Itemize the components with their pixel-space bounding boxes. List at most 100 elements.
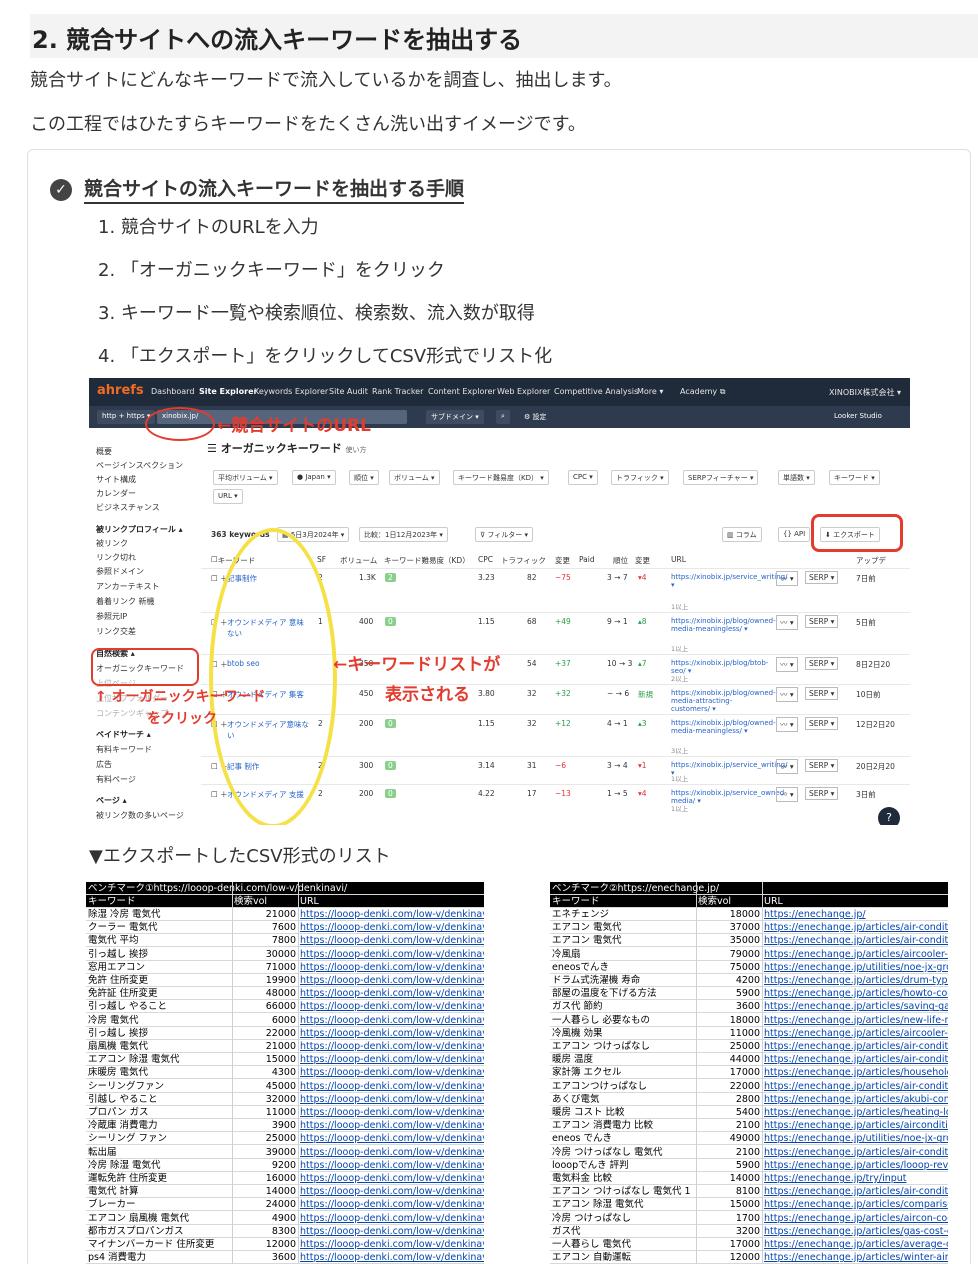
sheet-url[interactable]: https://enechange.jp/articles/comparison… bbox=[764, 1198, 948, 1210]
filter-keyword[interactable]: キーワード ▾ bbox=[829, 470, 880, 485]
nav-content-explorer[interactable]: Content Explorer bbox=[428, 387, 496, 396]
sheet-url[interactable]: https://looop-denki.com/low-v/denkinavi/… bbox=[300, 961, 484, 973]
filter-word-count[interactable]: 単語数 ▾ bbox=[778, 470, 815, 485]
filter-volume[interactable]: ボリューム ▾ bbox=[389, 470, 440, 485]
sidebar-section[interactable]: ページ ▴ bbox=[96, 795, 127, 806]
filter-kd[interactable]: キーワード難易度（KD） ▾ bbox=[453, 470, 549, 485]
sheet-url[interactable]: https://enechange.jp/articles/new-life-m… bbox=[764, 1014, 948, 1026]
sheet-url[interactable]: https://looop-denki.com/low-v/denkinavi/… bbox=[300, 1212, 484, 1224]
column-header[interactable]: トラフィック bbox=[501, 555, 546, 566]
column-header[interactable]: ☐ キーワード bbox=[211, 555, 255, 565]
filter-url[interactable]: URL ▾ bbox=[213, 489, 243, 504]
url-link[interactable]: https://xinobix.jp/blog/owned-media-mean… bbox=[671, 617, 776, 633]
filter-cpc[interactable]: CPC ▾ bbox=[568, 470, 598, 485]
looker-studio-link[interactable]: Looker Studio bbox=[829, 410, 887, 424]
sheet-url[interactable]: https://enechange.jp/articles/looop-revi… bbox=[764, 1159, 948, 1171]
sheet-url[interactable]: https://enechange.jp/articles/air-condit… bbox=[764, 1040, 948, 1052]
subdomain-select[interactable]: サブドメイン ▾ bbox=[426, 410, 484, 424]
sidebar-item[interactable]: リンク交差 bbox=[96, 626, 136, 637]
serp-button[interactable]: SERP ▾ bbox=[805, 571, 839, 584]
sheet-url[interactable]: https://looop-denki.com/low-v/denkinavi/… bbox=[300, 974, 484, 986]
serp-button[interactable]: SERP ▾ bbox=[805, 615, 839, 628]
serp-button[interactable]: SERP ▾ bbox=[805, 717, 839, 730]
sheet-url[interactable]: https://looop-denki.com/low-v/denkinavi/… bbox=[300, 1066, 484, 1078]
sheet-url[interactable]: https://enechange.jp/articles/airconditi… bbox=[764, 1119, 948, 1131]
sheet-url[interactable]: https://enechange.jp/articles/aircooler-… bbox=[764, 1027, 948, 1039]
filter-country[interactable]: ● Japan ▾ bbox=[292, 470, 336, 485]
sidebar-item[interactable]: 被リンク bbox=[96, 538, 128, 549]
nav-site-explorer[interactable]: Site Explorer bbox=[199, 387, 257, 396]
sheet-url[interactable]: https://enechange.jp/articles/drum-type-… bbox=[764, 974, 948, 986]
sheet-url[interactable]: https://enechange.jp/articles/winter-air… bbox=[764, 1251, 948, 1263]
serp-button[interactable]: SERP ▾ bbox=[805, 687, 839, 700]
sidebar-item[interactable]: リンク切れ bbox=[96, 552, 136, 563]
column-header[interactable]: ボリューム bbox=[340, 555, 377, 566]
sheet-url[interactable]: https://enechange.jp/articles/aircon-coo… bbox=[764, 1212, 948, 1224]
sheet-url[interactable]: https://looop-denki.com/low-v/denkinavi/… bbox=[300, 921, 484, 933]
sheet-url[interactable]: https://enechange.jp/try/input bbox=[764, 1172, 948, 1184]
chart-button[interactable]: 〰 ▾ bbox=[776, 787, 798, 802]
chart-button[interactable]: 〰 ▾ bbox=[776, 717, 798, 732]
sidebar-item[interactable]: 有料キーワード bbox=[96, 744, 152, 755]
sheet-url[interactable]: https://looop-denki.com/low-v/denkinavi/… bbox=[300, 1251, 484, 1263]
sheet-url[interactable]: https://enechange.jp/articles/air-condit… bbox=[764, 921, 948, 933]
sidebar-section[interactable]: ペイドサーチ ▴ bbox=[96, 729, 151, 740]
chart-button[interactable]: 〰 ▾ bbox=[776, 615, 798, 630]
nav-dashboard[interactable]: Dashboard bbox=[151, 387, 194, 396]
sheet-url[interactable]: https://enechange.jp/articles/akubi-comm… bbox=[764, 1093, 948, 1105]
sidebar-item[interactable]: サイト構成 bbox=[96, 474, 136, 485]
column-header[interactable]: CPC bbox=[478, 555, 493, 564]
sheet-url[interactable]: https://looop-denki.com/low-v/denkinavi/… bbox=[300, 1106, 484, 1118]
column-header[interactable]: キーワード難易度（KD） bbox=[384, 555, 470, 566]
sheet-url[interactable]: https://enechange.jp/articles/howto-cool… bbox=[764, 987, 948, 999]
sheet-url[interactable]: https://looop-denki.com/low-v/denkinavi/… bbox=[300, 1146, 484, 1158]
sheet-url[interactable]: https://looop-denki.com/low-v/denkinavi/… bbox=[300, 1093, 484, 1105]
sheet-url[interactable]: https://looop-denki.com/low-v/denkinavi/… bbox=[300, 934, 484, 946]
column-header[interactable]: Paid bbox=[579, 555, 595, 564]
serp-button[interactable]: SERP ▾ bbox=[805, 759, 839, 772]
sheet-url[interactable]: https://enechange.jp/articles/air-condit… bbox=[764, 1146, 948, 1158]
sheet-url[interactable]: https://enechange.jp/articles/gas-cost-e… bbox=[764, 1225, 948, 1237]
sidebar-item[interactable]: 参照ドメイン bbox=[96, 566, 144, 577]
sheet-url[interactable]: https://looop-denki.com/low-v/denkinavi/… bbox=[300, 1225, 484, 1237]
help-icon[interactable]: ? bbox=[878, 807, 900, 825]
nav-more[interactable]: More ▾ bbox=[637, 387, 663, 396]
sidebar-item[interactable]: 有料ページ bbox=[96, 774, 136, 785]
sheet-url[interactable]: https://enechange.jp/articles/household-… bbox=[764, 1066, 948, 1078]
nav-academy[interactable]: Academy ⧉ bbox=[680, 387, 725, 397]
nav-site-audit[interactable]: Site Audit bbox=[329, 387, 368, 396]
filter-position[interactable]: 順位 ▾ bbox=[349, 470, 379, 485]
sheet-url[interactable]: https://enechange.jp/ bbox=[764, 908, 948, 920]
sheet-url[interactable]: https://looop-denki.com/low-v/denkinavi/… bbox=[300, 1198, 484, 1210]
sheet-url[interactable]: https://looop-denki.com/low-v/denkinavi/… bbox=[300, 1132, 484, 1144]
nav-web-explorer[interactable]: Web Explorer bbox=[497, 387, 550, 396]
sheet-url[interactable]: https://enechange.jp/utilities/noe-jx-gr… bbox=[764, 1132, 948, 1144]
chart-button[interactable]: 〰 ▾ bbox=[776, 687, 798, 702]
sheet-url[interactable]: https://looop-denki.com/low-v/denkinavi/… bbox=[300, 948, 484, 960]
sheet-url[interactable]: https://enechange.jp/articles/average-of… bbox=[764, 1238, 948, 1250]
sidebar-item[interactable]: アンカーテキスト bbox=[96, 581, 159, 592]
sheet-url[interactable]: https://enechange.jp/articles/air-condit… bbox=[764, 1080, 948, 1092]
sheet-url[interactable]: https://enechange.jp/articles/air-condit… bbox=[764, 1053, 948, 1065]
sheet-url[interactable]: https://looop-denki.com/low-v/denkinavi/… bbox=[300, 908, 484, 920]
sheet-url[interactable]: https://looop-denki.com/low-v/denkinavi/… bbox=[300, 1027, 484, 1039]
sidebar-item[interactable]: ビジネスチャンス bbox=[96, 502, 160, 513]
filter-button[interactable]: ⊽ フィルター ▾ bbox=[475, 527, 533, 542]
api-button[interactable]: {} API bbox=[778, 527, 811, 542]
serp-button[interactable]: SERP ▾ bbox=[805, 657, 839, 670]
sheet-url[interactable]: https://looop-denki.com/low-v/denkinavi/… bbox=[300, 1000, 484, 1012]
sidebar-section[interactable]: 被リンクプロフィール ▴ bbox=[96, 524, 183, 535]
column-header[interactable]: アップデ bbox=[856, 555, 886, 566]
sheet-url[interactable]: https://looop-denki.com/low-v/denkinavi/… bbox=[300, 1053, 484, 1065]
sheet-url[interactable]: https://looop-denki.com/low-v/denkinavi/… bbox=[300, 1238, 484, 1250]
search-icon[interactable]: ⌕ bbox=[496, 410, 510, 424]
sheet-url[interactable]: https://enechange.jp/utilities/noe-jx-gr… bbox=[764, 961, 948, 973]
sheet-url[interactable]: https://looop-denki.com/low-v/denkinavi/… bbox=[300, 1080, 484, 1092]
settings-link[interactable]: ⚙ 設定 bbox=[519, 410, 552, 424]
chart-button[interactable]: 〰 ▾ bbox=[776, 571, 798, 586]
column-header[interactable]: 変更 bbox=[555, 555, 570, 566]
account-menu[interactable]: XINOBIX株式会社 ▾ bbox=[829, 387, 901, 398]
compare-select[interactable]: 比較：1日12月2023年 ▾ bbox=[359, 527, 448, 542]
sheet-url[interactable]: https://looop-denki.com/low-v/denkinavi/… bbox=[300, 987, 484, 999]
sidebar-item[interactable]: ページインスペクション bbox=[96, 460, 183, 471]
